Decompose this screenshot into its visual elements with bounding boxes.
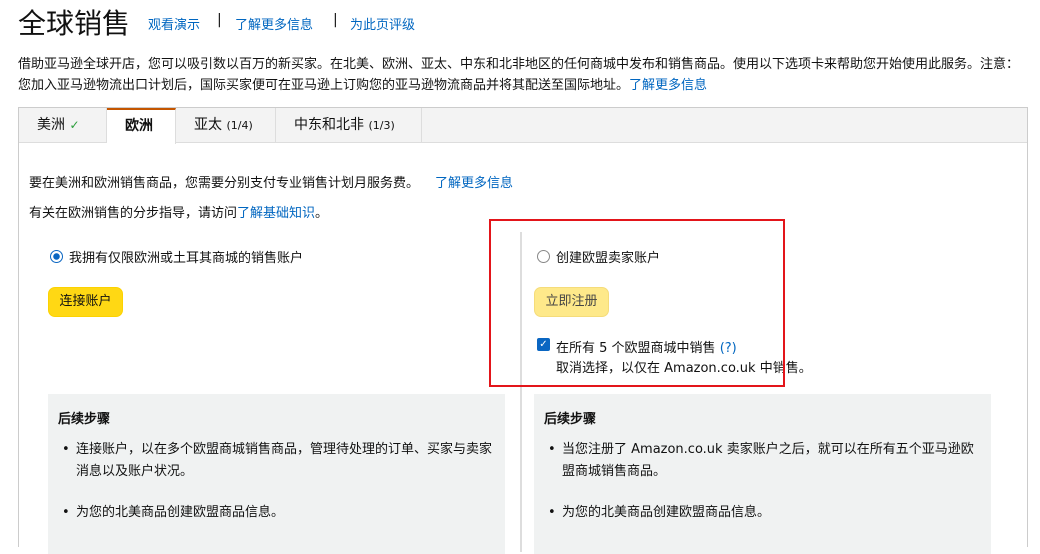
tab-bar: 美洲 ✓ 欧洲 亚太 (1/4) 中东和北非 (1/3) xyxy=(19,108,1027,144)
tab-panel: 美洲 ✓ 欧洲 亚太 (1/4) 中东和北非 (1/3) 要在美洲和欧洲销售商品… xyxy=(18,107,1028,554)
separator: | xyxy=(333,12,338,28)
rate-page-link[interactable]: 为此页评级 xyxy=(350,14,415,33)
tab-badge: (1/3) xyxy=(368,119,395,132)
step-item: 连接账户，以在多个欧盟商城销售商品，管理待处理的订单、买家与卖家消息以及账户状况… xyxy=(62,439,493,483)
highlight-box xyxy=(489,219,785,387)
fee-note: 要在美洲和欧洲销售商品，您需要分别支付专业销售计划月服务费。 了解更多信息 xyxy=(29,172,513,191)
tab-badge: (1/4) xyxy=(226,119,253,132)
left-next-steps: 后续步骤 连接账户，以在多个欧盟商城销售商品，管理待处理的订单、买家与卖家消息以… xyxy=(48,394,505,554)
step-item: 为您的北美商品创建欧盟商品信息。 xyxy=(62,502,493,524)
watch-demo-link[interactable]: 观看演示 xyxy=(148,14,200,33)
tab-asia-pacific[interactable]: 亚太 (1/4) xyxy=(176,108,276,143)
fee-note-text: 要在美洲和欧洲销售商品，您需要分别支付专业销售计划月服务费。 xyxy=(29,176,420,191)
learn-more-link[interactable]: 了解更多信息 xyxy=(235,14,313,33)
step-item: 为您的北美商品创建欧盟商品信息。 xyxy=(548,502,979,524)
basics-link[interactable]: 了解基础知识 xyxy=(237,206,315,221)
tab-label: 中东和北非 xyxy=(294,117,364,133)
tab-americas[interactable]: 美洲 ✓ xyxy=(19,108,107,143)
right-next-steps: 后续步骤 当您注册了 Amazon.co.uk 卖家账户之后，就可以在所有五个亚… xyxy=(534,394,991,554)
intro-body: 借助亚马逊全球开店，您可以吸引数以百万的新买家。在北美、欧洲、亚太、中东和北非地… xyxy=(18,57,1020,93)
tab-label: 亚太 xyxy=(194,117,222,133)
page-title: 全球销售 xyxy=(18,7,131,40)
guide-text: 有关在欧洲销售的分步指导，请访问 xyxy=(29,206,238,221)
tab-label: 美洲 xyxy=(37,117,65,133)
fee-learn-more-link[interactable]: 了解更多信息 xyxy=(435,176,513,191)
guide-note: 有关在欧洲销售的分步指导，请访问了解基础知识。 xyxy=(29,202,328,221)
tab-label: 欧洲 xyxy=(125,118,153,134)
connect-account-button[interactable]: 连接账户 xyxy=(48,287,123,317)
intro-learn-more-link[interactable]: 了解更多信息 xyxy=(629,78,707,93)
separator: | xyxy=(217,12,222,28)
check-icon: ✓ xyxy=(69,118,80,132)
tab-europe[interactable]: 欧洲 xyxy=(107,108,176,144)
radio-label: 我拥有仅限欧洲或土耳其商城的销售账户 xyxy=(69,251,304,266)
radio-selected[interactable] xyxy=(50,250,63,263)
next-steps-title: 后续步骤 xyxy=(544,412,597,427)
step-item: 当您注册了 Amazon.co.uk 卖家账户之后，就可以在所有五个亚马逊欧盟商… xyxy=(548,439,979,483)
intro-text: 借助亚马逊全球开店，您可以吸引数以百万的新买家。在北美、欧洲、亚太、中东和北非地… xyxy=(18,54,1028,96)
tab-middle-east[interactable]: 中东和北非 (1/3) xyxy=(276,108,422,143)
guide-end: 。 xyxy=(315,206,329,221)
existing-account-option[interactable]: 我拥有仅限欧洲或土耳其商城的销售账户 xyxy=(50,247,303,266)
next-steps-title: 后续步骤 xyxy=(58,412,111,427)
